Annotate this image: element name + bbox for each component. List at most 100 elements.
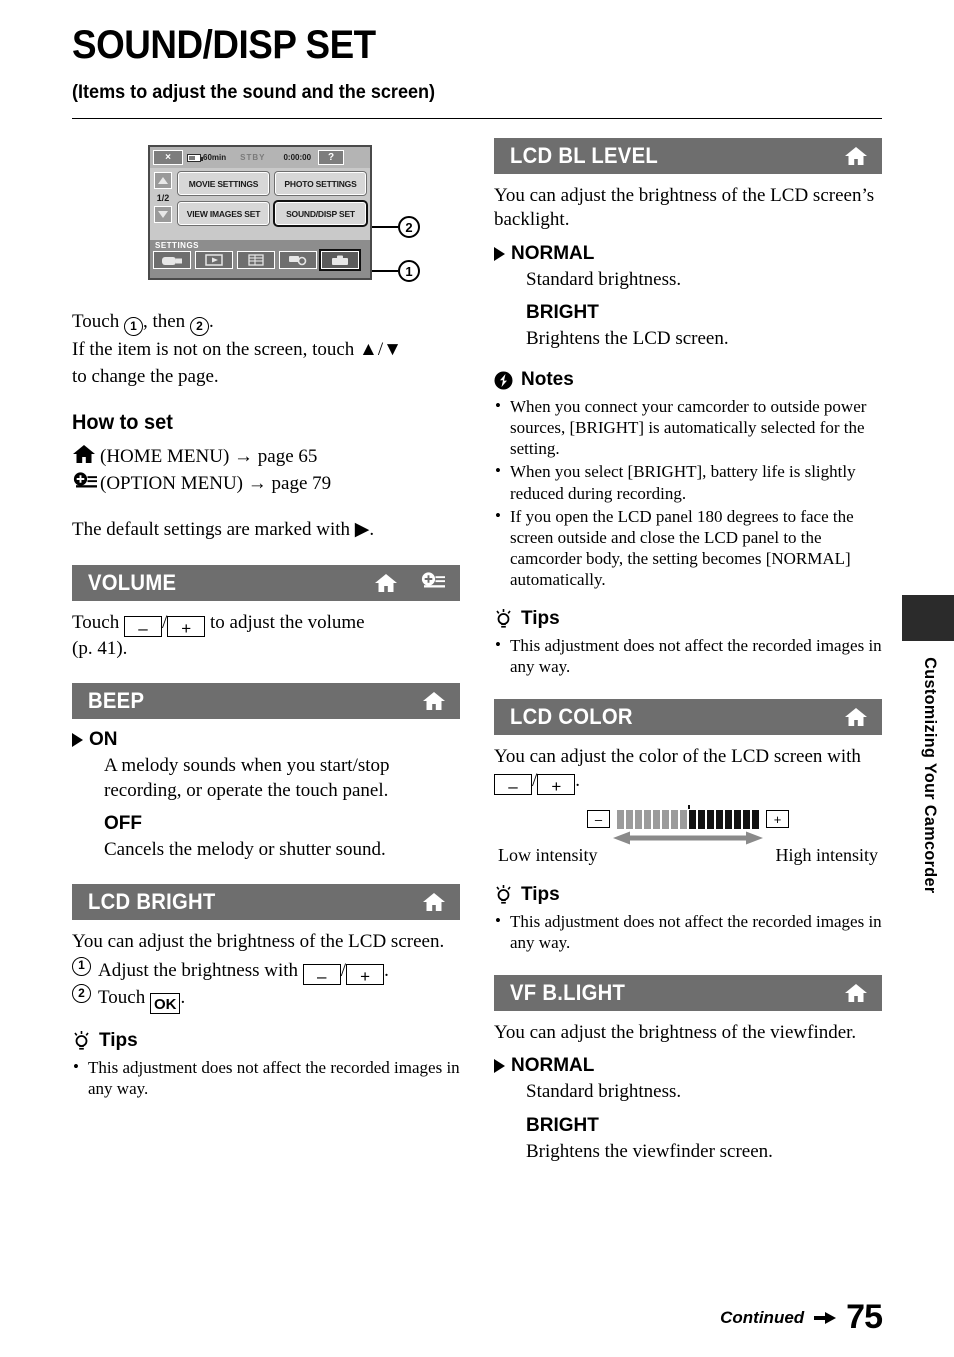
ok-key-label: OK [153, 996, 177, 1014]
lightbulb-icon [74, 1030, 89, 1050]
option-menu-text: (OPTION MENU) → page 79 [100, 473, 332, 495]
arrow-right-icon [814, 1311, 837, 1324]
lightbulb-icon [496, 884, 511, 904]
page-title: SOUND/DISP SET [72, 23, 376, 67]
callout-number-2: 2 [398, 216, 420, 238]
tips-heading-lcd-bl-level: Tips [494, 608, 882, 630]
callout-2: 2 [372, 216, 420, 238]
option-bl-normal: NORMAL [494, 243, 882, 265]
step-text-pre: Adjust the brightness with [98, 959, 299, 981]
intensity-current-marker [688, 804, 690, 809]
menu-button-movie-settings[interactable]: MOVIE SETTINGS [178, 172, 269, 195]
media-icon[interactable] [279, 251, 317, 269]
option-bl-bright: BRIGHT [526, 302, 882, 324]
ok-key[interactable]: OK [149, 993, 181, 1015]
help-button[interactable]: ? [318, 150, 345, 165]
default-marker-icon [494, 246, 505, 261]
settings-icon-row [153, 251, 367, 269]
lcd-menu-body: 1/2 MOVIE SETTINGS PHOTO SETTINGS VIEW I… [150, 168, 370, 242]
intensity-segment-low [626, 809, 633, 829]
callout-1: 1 [372, 260, 420, 282]
note-item: When you select [BRIGHT], battery life i… [494, 460, 882, 503]
playback-glyph [205, 254, 223, 266]
home-icon [845, 708, 867, 727]
intensity-segment-high [716, 809, 723, 829]
home-icon [73, 444, 95, 463]
option-label: ON [89, 729, 118, 751]
minus-key-label: – [317, 966, 327, 986]
option-menu-icon [73, 472, 97, 488]
option-vf-normal: NORMAL [494, 1055, 882, 1077]
battery-icon [187, 153, 203, 162]
intensity-bar-row: – + [494, 804, 882, 829]
close-icon[interactable]: × [153, 150, 183, 165]
recording-status: STBY [240, 153, 266, 162]
section-title-vf-blight: VF B.LIGHT [510, 979, 626, 1005]
intensity-segment-low [617, 809, 624, 829]
scale-minus-key[interactable]: – [587, 810, 610, 829]
minus-key-label: – [138, 618, 148, 638]
plus-key[interactable]: + [346, 963, 385, 985]
intensity-segment-high [752, 809, 759, 829]
tips-label: Tips [521, 883, 560, 905]
plus-key-label: + [181, 618, 192, 638]
side-tab-marker [902, 595, 954, 641]
page-header: SOUND/DISP SET (Items to adjust the soun… [72, 24, 882, 104]
intro-line-2: If the item is not on the screen, touch … [72, 339, 402, 361]
continued-label: Continued [720, 1307, 805, 1327]
step-number: 1 [72, 956, 91, 976]
tips-label: Tips [521, 607, 560, 629]
tip-item: This adjustment does not affect the reco… [494, 634, 882, 677]
option-description: Standard brightness. [526, 1081, 682, 1103]
minus-key[interactable]: – [494, 774, 532, 796]
minus-key[interactable]: – [302, 963, 341, 986]
camera-screen-illustration: × 60min STBY 0:00:00 ? 1/2 MOVIE SETTING… [72, 140, 460, 292]
notes-heading-lcd-bl-level: Notes [494, 369, 882, 391]
option-beep-off: OFF [104, 813, 460, 835]
plus-key[interactable]: + [537, 774, 576, 797]
intensity-segment-high [725, 809, 732, 829]
list-glyph [248, 254, 264, 266]
option-label: OFF [104, 813, 142, 834]
playback-icon[interactable] [195, 251, 233, 269]
menu-button-photo-settings[interactable]: PHOTO SETTINGS [275, 172, 366, 195]
minus-key[interactable]: – [123, 615, 162, 638]
volume-text-pre: Touch [72, 611, 120, 633]
note-item: When you connect your camcorder to outsi… [494, 395, 882, 459]
page-down-button[interactable] [154, 206, 172, 223]
intensity-segment-high [707, 809, 714, 829]
lcd-settings-toolbar: SETTINGS [150, 240, 370, 278]
lcd-screen: × 60min STBY 0:00:00 ? 1/2 MOVIE SETTING… [148, 145, 372, 280]
battery-label: 60min [203, 153, 227, 162]
callout-number-1: 1 [398, 260, 420, 282]
page-number: 75 [846, 1298, 883, 1336]
menu-button-view-images-set[interactable]: VIEW IMAGES SET [178, 202, 269, 225]
scale-plus-key[interactable]: + [766, 810, 789, 829]
volume-instruction: Touch – / + to adjust the volume [72, 611, 365, 638]
tips-list-lcd-color: This adjustment does not affect the reco… [494, 910, 882, 953]
page-up-button[interactable] [154, 172, 172, 189]
plus-key[interactable]: + [167, 615, 206, 638]
menu-button-sound-disp-set[interactable]: SOUND/DISP SET [275, 202, 366, 225]
list-icon[interactable] [237, 251, 275, 269]
media-glyph [289, 256, 307, 266]
title-divider [72, 118, 882, 119]
how-to-set-heading: How to set [72, 410, 173, 434]
toolbox-icon[interactable] [321, 251, 359, 269]
label-high-intensity: High intensity [775, 844, 879, 865]
chevron-down-icon [158, 211, 168, 218]
how-to-set-home-line: (HOME MENU) → page 65 [72, 443, 460, 469]
option-vf-bright: BRIGHT [526, 1115, 882, 1137]
volume-page-ref: (p. 41). [72, 638, 128, 660]
page-indicator: 1/2 [156, 193, 170, 203]
callout-leader-line [372, 270, 398, 272]
section-header-lcd-bl-level: LCD BL LEVEL [494, 138, 882, 174]
option-description: A melody sounds when you start/stop reco… [104, 755, 390, 801]
lcd-bright-intro: You can adjust the brightness of the LCD… [72, 931, 445, 953]
home-icon [423, 692, 445, 711]
intensity-arrow-row [494, 831, 882, 845]
default-marker-icon [72, 733, 83, 748]
option-beep-on: ON [72, 729, 460, 751]
plus-key-label: + [551, 777, 562, 797]
camcorder-icon[interactable] [153, 251, 191, 269]
